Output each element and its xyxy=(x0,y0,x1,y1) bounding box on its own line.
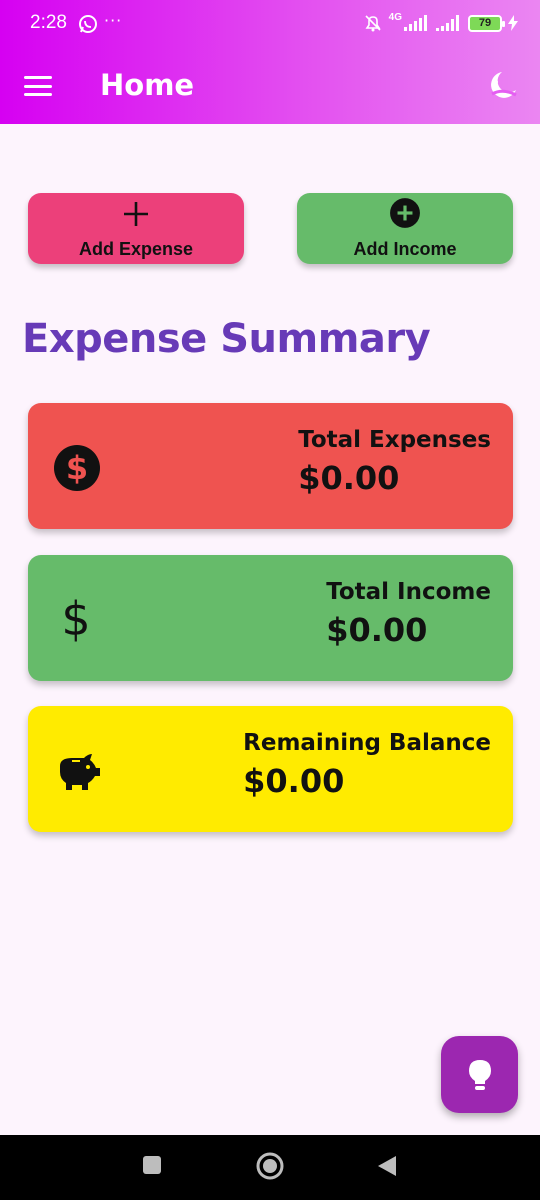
total-expenses-card: $ Total Expenses $0.00 xyxy=(28,403,513,529)
signal-icon xyxy=(404,15,427,31)
add-expense-button[interactable]: Add Expense xyxy=(28,193,244,264)
menu-line xyxy=(24,76,52,79)
piggy-bank-icon xyxy=(60,754,100,790)
status-time: 2:28 xyxy=(30,12,67,33)
dollar-sign-icon: $ xyxy=(61,595,90,645)
recent-apps-icon[interactable] xyxy=(142,1155,162,1175)
status-more-dots: ··· xyxy=(104,11,123,30)
app-bar: 2:28 ··· 4G 79 Home xyxy=(0,0,540,124)
mute-bell-icon xyxy=(365,15,381,32)
add-income-button[interactable]: Add Income xyxy=(297,193,513,264)
menu-line xyxy=(24,84,52,88)
hamburger-menu-button[interactable] xyxy=(24,76,52,96)
svg-text:$: $ xyxy=(66,449,88,487)
signal-icon-2 xyxy=(436,15,459,31)
add-expense-label: Add Expense xyxy=(78,239,194,259)
status-right-group: 4G 79 xyxy=(363,11,518,33)
svg-text:$: $ xyxy=(61,595,90,645)
total-income-card: $ Total Income $0.00 xyxy=(28,555,513,681)
theme-toggle-icon[interactable] xyxy=(486,68,520,102)
card-value: $0.00 xyxy=(298,459,400,497)
plus-icon xyxy=(124,202,148,226)
home-circle-icon[interactable] xyxy=(256,1152,284,1180)
battery-level: 79 xyxy=(478,17,492,29)
card-label: Remaining Balance xyxy=(243,730,491,756)
card-value: $0.00 xyxy=(326,611,428,649)
back-triangle-icon[interactable] xyxy=(376,1154,398,1178)
charging-icon xyxy=(508,15,518,31)
card-text: Total Income $0.00 xyxy=(326,579,491,649)
battery-indicator: 79 xyxy=(468,14,505,32)
whatsapp-icon xyxy=(79,15,97,33)
system-nav-bar xyxy=(0,1135,540,1200)
card-value: $0.00 xyxy=(243,762,345,800)
card-label: Total Income xyxy=(326,579,491,605)
tips-fab-button[interactable] xyxy=(441,1036,518,1113)
card-text: Total Expenses $0.00 xyxy=(298,427,491,497)
lightbulb-icon xyxy=(468,1059,491,1090)
dollar-circle-icon: $ xyxy=(54,445,100,491)
remaining-balance-card: Remaining Balance $0.00 xyxy=(28,706,513,832)
network-type: 4G xyxy=(388,11,402,23)
card-label: Total Expenses xyxy=(298,427,491,453)
add-income-label: Add Income xyxy=(353,239,457,259)
status-bar: 2:28 ··· 4G 79 xyxy=(0,0,540,50)
page-title: Home xyxy=(100,68,195,102)
card-text: Remaining Balance $0.00 xyxy=(243,730,491,800)
menu-line xyxy=(24,93,52,96)
section-title: Expense Summary xyxy=(22,316,431,362)
plus-circle-icon xyxy=(390,198,420,228)
